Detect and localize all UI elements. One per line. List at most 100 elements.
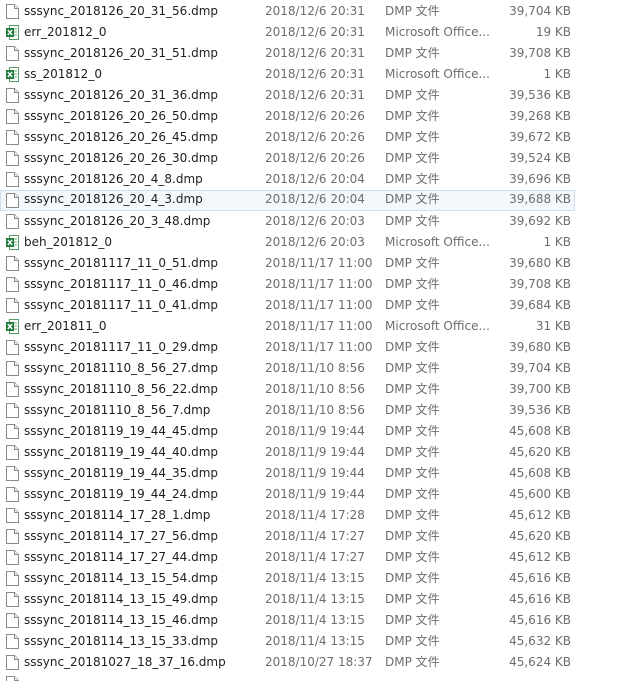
file-row[interactable]: sssync_20181110_8_56_22.dmp 2018/11/10 8:… — [0, 379, 622, 400]
dmp-file-icon — [6, 88, 19, 103]
file-type: Microsoft Office... — [385, 25, 490, 39]
file-date-modified: 2018/11/9 19:44 — [265, 466, 365, 480]
file-type: DMP 文件 — [385, 277, 440, 291]
file-row[interactable]: sssync_2018126_20_4_3.dmp 2018/12/6 20:04… — [0, 190, 575, 211]
file-name: beh_201812_0 — [24, 235, 113, 249]
file-row[interactable]: beh_201812_0 2018/12/6 20:03 Microsoft Off… — [0, 232, 622, 253]
file-row[interactable]: sssync_2018126_20_26_30.dmp 2018/12/6 20:… — [0, 148, 622, 169]
file-type: DMP 文件 — [385, 151, 440, 165]
file-date-modified: 2018/12/6 20:26 — [265, 109, 365, 123]
file-row[interactable]: sssync_2018114_13_15_33.dmp 2018/11/4 13:… — [0, 631, 622, 652]
file-type: Microsoft Office... — [385, 319, 490, 333]
file-name: sssync_20181117_11_0_41.dmp — [24, 298, 219, 312]
file-name: sssync_2018114_13_15_33.dmp — [24, 634, 219, 648]
dmp-file-icon — [6, 256, 19, 271]
file-date-modified: 2018/12/6 20:03 — [265, 214, 365, 228]
file-row[interactable]: sssync_2018126_20_3_48.dmp 2018/12/6 20:0… — [0, 211, 622, 232]
file-type: DMP 文件 — [385, 256, 440, 270]
file-row[interactable]: sssync_2018119_19_44_24.dmp 2018/11/9 19:… — [0, 484, 622, 505]
file-size: 45,612 KB — [509, 550, 571, 564]
dmp-file-icon — [6, 130, 19, 145]
file-row[interactable]: sssync_2018119_19_44_35.dmp 2018/11/9 19:… — [0, 463, 622, 484]
file-name: sssync_2018114_17_28_1.dmp — [24, 508, 211, 522]
file-name: sssync_2018114_13_15_49.dmp — [24, 592, 219, 606]
file-row[interactable]: sssync_20181117_11_0_46.dmp 2018/11/17 11… — [0, 274, 622, 295]
dmp-file-icon — [6, 4, 19, 19]
file-date-modified: 2018/11/4 17:27 — [265, 529, 365, 543]
file-row[interactable]: sssync_2018114_13_15_46.dmp 2018/11/4 13:… — [0, 610, 622, 631]
file-row[interactable]: ss_201812_0 2018/12/6 20:31 Microsoft Offi… — [0, 64, 622, 85]
file-size: 45,600 KB — [509, 487, 571, 501]
file-date-modified: 2018/11/10 8:56 — [265, 403, 365, 417]
file-row[interactable]: sssync_2018114_17_27_56.dmp 2018/11/4 17:… — [0, 526, 622, 547]
file-date-modified: 2018/11/4 13:15 — [265, 571, 365, 585]
file-date-modified: 2018/12/6 20:31 — [265, 4, 365, 18]
file-row[interactable]: sssync_20181027_18_37_16.dmp 2018/10/27 1… — [0, 652, 622, 673]
file-date-modified: 2018/12/6 20:04 — [265, 192, 365, 206]
file-name: sssync_20181027_18_37_16.dmp — [24, 655, 226, 669]
file-row[interactable]: sssync_2018126_20_31_56.dmp 2018/12/6 20:… — [0, 1, 622, 22]
file-type: DMP 文件 — [385, 130, 440, 144]
file-name: sssync_20181117_11_0_29.dmp — [24, 340, 219, 354]
file-size: 45,624 KB — [509, 655, 571, 669]
file-date-modified: 2018/11/9 19:44 — [265, 445, 365, 459]
file-size: 39,268 KB — [509, 109, 571, 123]
file-row[interactable]: sssync_20181117_11_0_41.dmp 2018/11/17 11… — [0, 295, 622, 316]
file-size: 39,524 KB — [509, 151, 571, 165]
file-type: DMP 文件 — [385, 592, 440, 606]
file-name: sssync_2018126_20_26_45.dmp — [24, 130, 219, 144]
file-name: sssync_20181117_11_0_46.dmp — [24, 277, 219, 291]
file-row[interactable]: sssync_2018114_17_27_44.dmp 2018/11/4 17:… — [0, 547, 622, 568]
file-size: 45,620 KB — [509, 445, 571, 459]
file-size: 39,536 KB — [509, 88, 571, 102]
file-row[interactable]: sssync_2018114_13_15_54.dmp 2018/11/4 13:… — [0, 568, 622, 589]
dmp-file-icon — [6, 277, 19, 292]
file-type: DMP 文件 — [385, 172, 440, 186]
excel-file-icon — [6, 25, 19, 40]
file-list: sssync_2018126_20_31_56.dmp 2018/12/6 20:… — [0, 1, 622, 681]
file-name: sssync_2018114_17_27_44.dmp — [24, 550, 219, 564]
file-size: 39,708 KB — [509, 277, 571, 291]
file-date-modified: 2018/12/6 20:04 — [265, 172, 365, 186]
file-row[interactable]: sssync_2018126_20_26_45.dmp 2018/12/6 20:… — [0, 127, 622, 148]
file-name: sssync_2018114_17_27_56.dmp — [24, 529, 219, 543]
file-name: sssync_2018119_19_44_35.dmp — [24, 466, 219, 480]
file-date-modified: 2018/11/17 11:00 — [265, 319, 373, 333]
file-type: DMP 文件 — [385, 192, 440, 206]
file-row[interactable]: sssync_2018126_20_26_50.dmp 2018/12/6 20:… — [0, 106, 622, 127]
dmp-file-icon — [6, 172, 19, 187]
file-name: sssync_2018126_20_31_36.dmp — [24, 88, 219, 102]
file-row[interactable]: sssync_2018126_20_4_8.dmp 2018/12/6 20:04… — [0, 169, 622, 190]
file-name: sssync_2018126_20_3_48.dmp — [24, 214, 211, 228]
file-row[interactable]: err_201812_0 2018/12/6 20:31 Microsoft Off… — [0, 22, 622, 43]
file-date-modified: 2018/10/27 18:37 — [265, 655, 373, 669]
file-row[interactable]: sssync_2018126_20_31_36.dmp 2018/12/6 20:… — [0, 85, 622, 106]
file-type: DMP 文件 — [385, 109, 440, 123]
file-row[interactable]: sssync_2018119_19_44_40.dmp 2018/11/9 19:… — [0, 442, 622, 463]
file-row[interactable]: sssync_2018114_17_28_1.dmp 2018/11/4 17:2… — [0, 505, 622, 526]
file-row-partial[interactable] — [0, 673, 622, 681]
file-name: ss_201812_0 — [24, 67, 102, 81]
file-size: 39,680 KB — [509, 256, 571, 270]
dmp-file-icon — [6, 655, 19, 670]
file-size: 19 KB — [535, 25, 571, 39]
dmp-file-icon — [6, 298, 19, 313]
file-date-modified: 2018/11/4 17:28 — [265, 508, 365, 522]
file-row[interactable]: sssync_2018119_19_44_45.dmp 2018/11/9 19:… — [0, 421, 622, 442]
file-row[interactable]: sssync_20181117_11_0_29.dmp 2018/11/17 11… — [0, 337, 622, 358]
file-row[interactable]: sssync_20181117_11_0_51.dmp 2018/11/17 11… — [0, 253, 622, 274]
file-row[interactable]: sssync_2018114_13_15_49.dmp 2018/11/4 13:… — [0, 589, 622, 610]
file-type: DMP 文件 — [385, 382, 440, 396]
file-size: 31 KB — [535, 319, 571, 333]
file-row[interactable]: err_201811_0 2018/11/17 11:00 Microsoft Of… — [0, 316, 622, 337]
file-date-modified: 2018/12/6 20:03 — [265, 235, 365, 249]
file-row[interactable]: sssync_2018126_20_31_51.dmp 2018/12/6 20:… — [0, 43, 622, 64]
dmp-file-icon — [6, 487, 19, 502]
file-type: DMP 文件 — [385, 46, 440, 60]
file-row[interactable]: sssync_20181110_8_56_7.dmp 2018/11/10 8:5… — [0, 400, 622, 421]
file-row[interactable]: sssync_20181110_8_56_27.dmp 2018/11/10 8:… — [0, 358, 622, 379]
dmp-file-icon — [6, 550, 19, 565]
dmp-file-icon — [6, 634, 19, 649]
file-size: 39,672 KB — [509, 130, 571, 144]
file-type: DMP 文件 — [385, 571, 440, 585]
